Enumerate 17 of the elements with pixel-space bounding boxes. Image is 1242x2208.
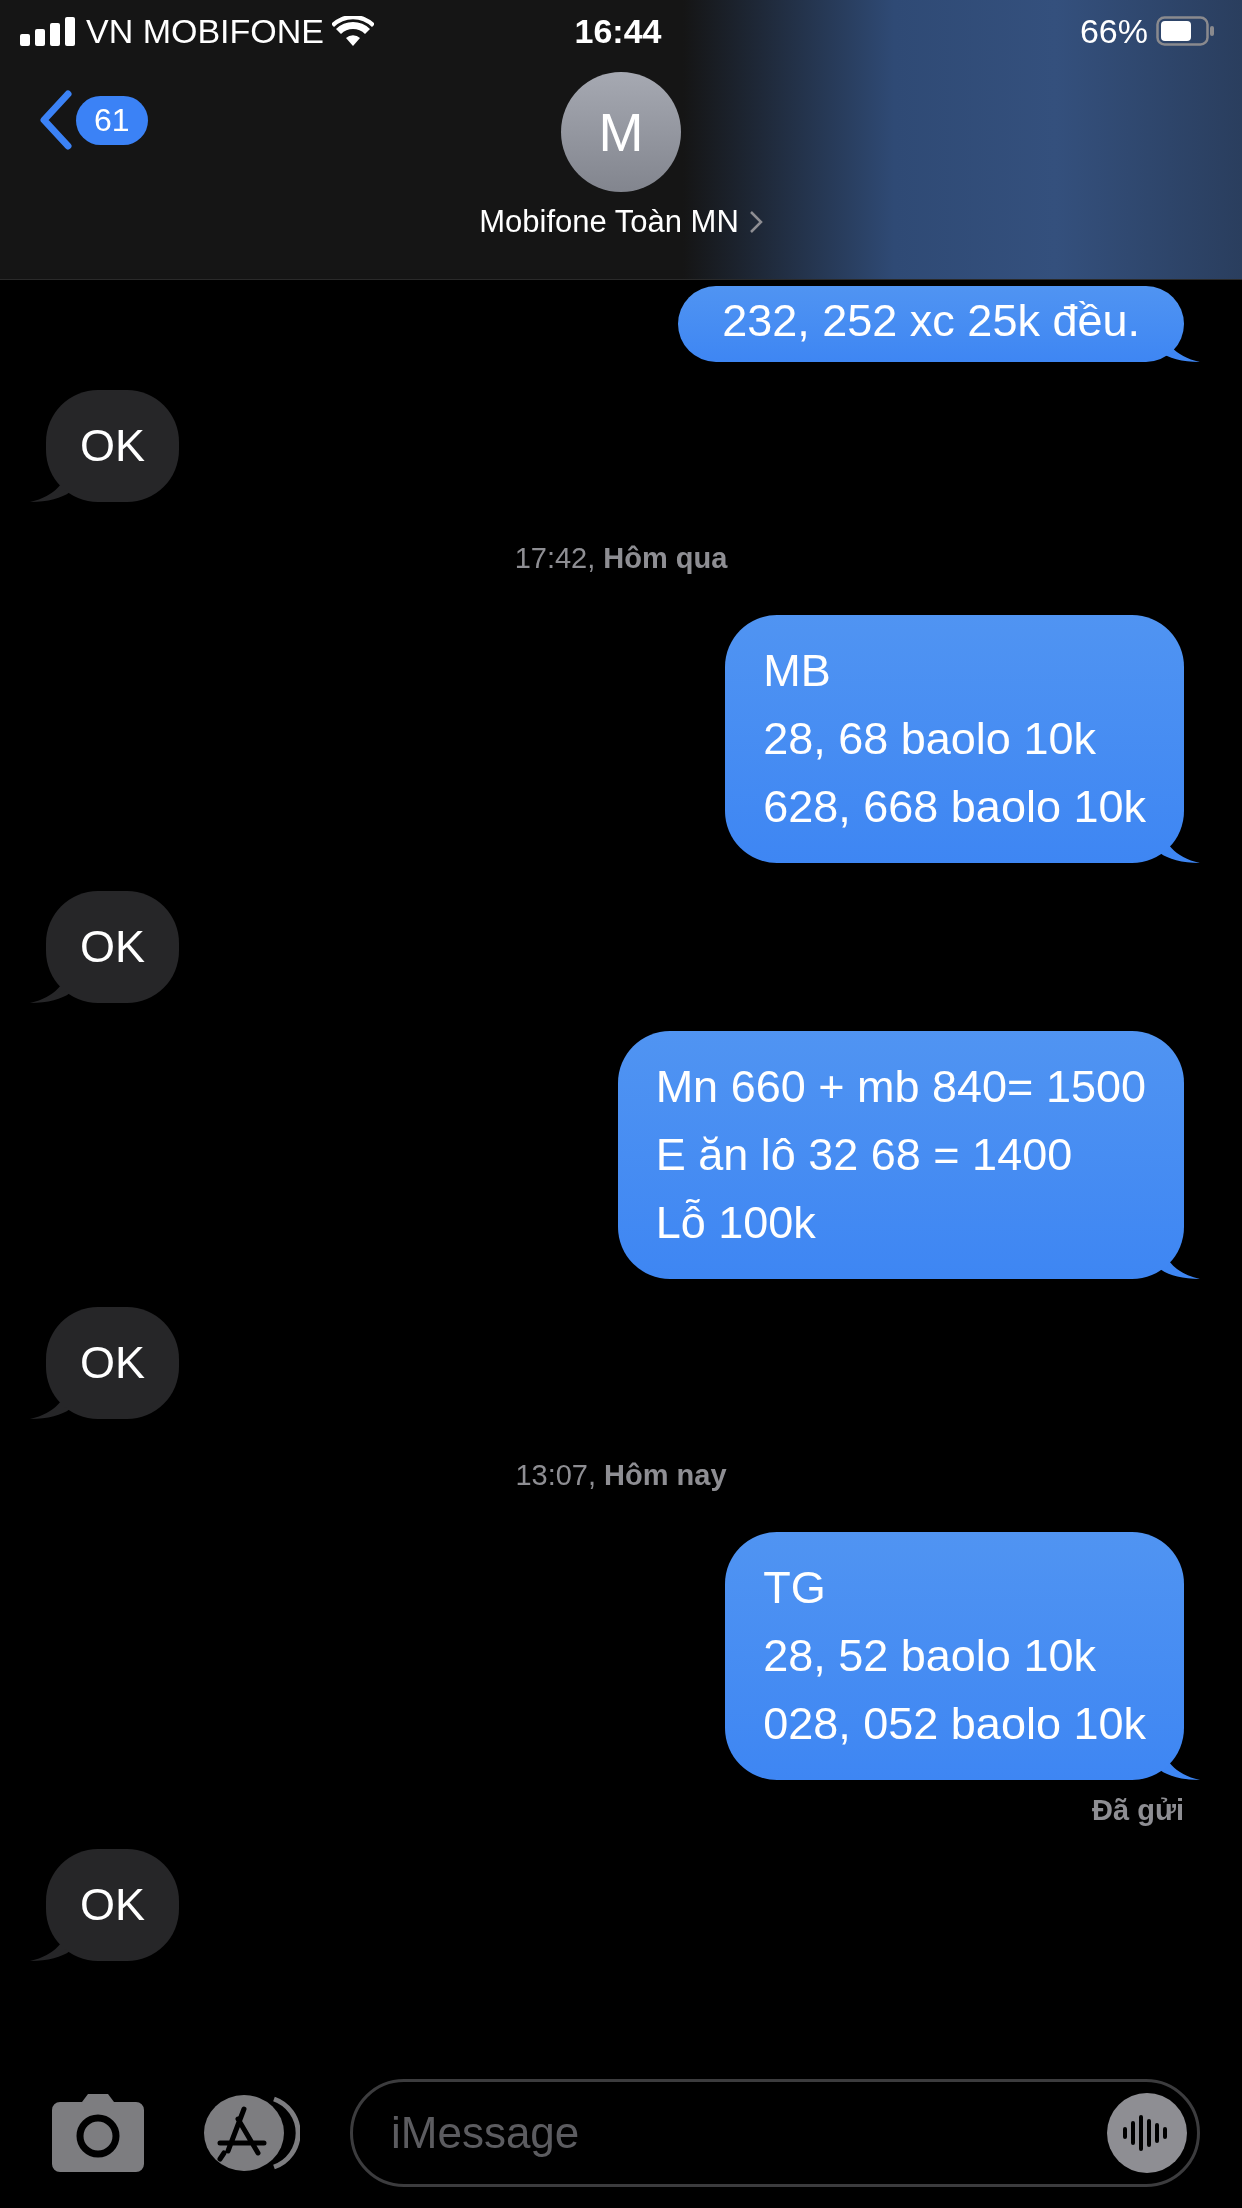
- delivery-status: Đã gửi: [1092, 1794, 1184, 1827]
- contact-name[interactable]: Mobifone Toàn MN: [479, 204, 763, 240]
- signal-icon: [20, 16, 78, 46]
- battery-percentage: 66%: [1079, 11, 1148, 51]
- timestamp: 13:07, Hôm nay: [515, 1459, 727, 1492]
- timestamp: 17:42, Hôm qua: [514, 542, 728, 575]
- chevron-icon: [38, 90, 74, 150]
- chevron-icon: [748, 210, 763, 234]
- contact-avatar[interactable]: M: [561, 72, 681, 192]
- message-field[interactable]: iMessage: [350, 2079, 1200, 2187]
- clock: 16:44: [574, 11, 662, 51]
- carrier-name: VN MOBIFONE: [86, 11, 325, 51]
- audio-icon[interactable]: [1107, 2093, 1187, 2173]
- message-input[interactable]: iMessage: [389, 2107, 1107, 2159]
- camera-icon[interactable]: [52, 2094, 144, 2172]
- battery-icon: [1156, 16, 1216, 46]
- wifi-icon: [332, 16, 375, 46]
